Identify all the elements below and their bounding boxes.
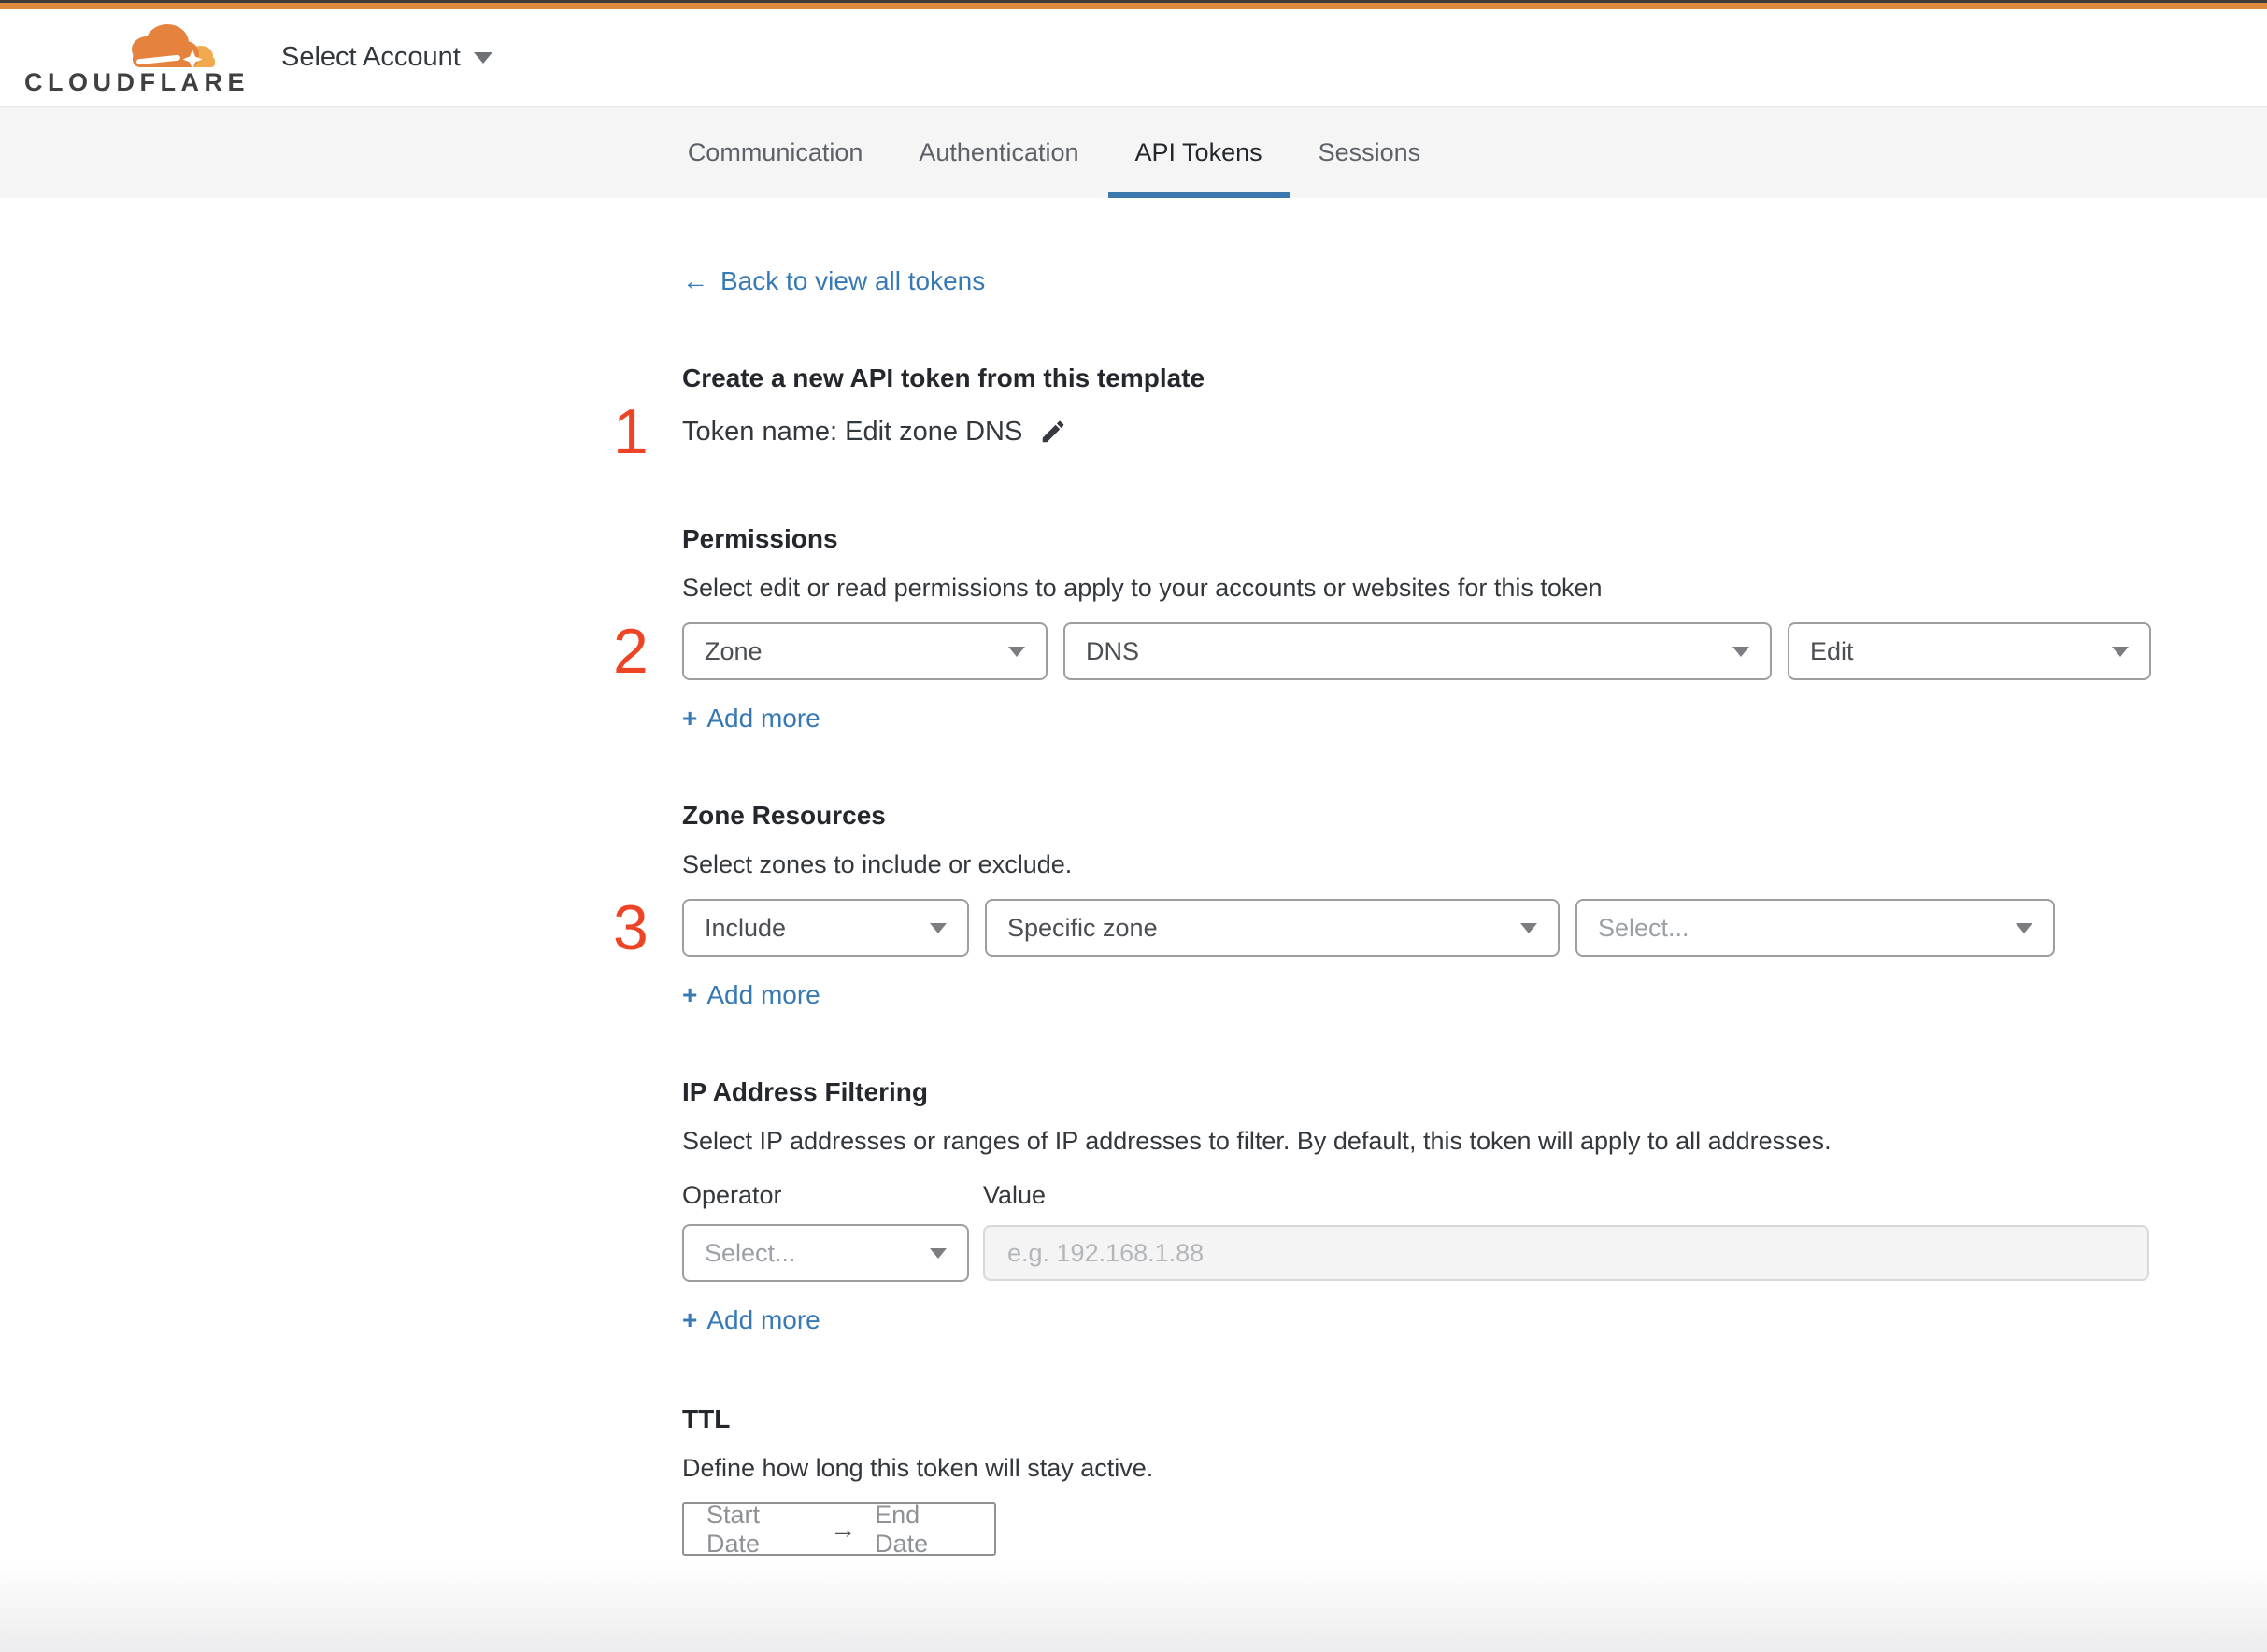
section-ip-filtering: IP Address Filtering Select IP addresses… xyxy=(682,1076,2152,1336)
permission-access-select[interactable]: Edit xyxy=(1788,622,2151,680)
plus-icon: + xyxy=(682,1305,698,1334)
permissions-description: Select edit or read permissions to apply… xyxy=(682,574,1603,602)
ip-operator-select[interactable]: Select... xyxy=(682,1224,969,1282)
ip-filtering-labels: Operator Value xyxy=(682,1179,2152,1211)
tab-authentication[interactable]: Authentication xyxy=(891,107,1105,198)
ip-filtering-description: Select IP addresses or ranges of IP addr… xyxy=(682,1127,1832,1155)
edit-pencil-icon[interactable] xyxy=(1039,418,1067,446)
end-date-placeholder: End Date xyxy=(875,1500,929,1558)
account-selector[interactable]: Select Account xyxy=(281,42,492,73)
zone-resources-row: 3 Include Specific zone Select... xyxy=(613,896,2152,960)
start-date-placeholder: Start Date xyxy=(706,1500,761,1558)
ip-value-input[interactable] xyxy=(983,1225,2149,1281)
section-template: Create a new API token from this templat… xyxy=(613,363,2152,463)
ip-filtering-title: IP Address Filtering xyxy=(682,1077,928,1106)
token-form: ← Back to view all tokens Create a new A… xyxy=(613,198,2152,1652)
permission-scope-value: Zone xyxy=(705,636,763,665)
chevron-down-icon xyxy=(930,922,947,933)
ttl-description: Define how long this token will stay act… xyxy=(682,1454,1154,1482)
account-selector-label: Select Account xyxy=(281,42,461,72)
ttl-date-range-picker[interactable]: Start Date → End Date xyxy=(682,1500,996,1558)
token-name-row: 1 Token name: Edit zone DNS xyxy=(613,400,2152,463)
zone-select[interactable]: Select... xyxy=(1575,899,2055,957)
ip-operator-placeholder: Select... xyxy=(705,1238,796,1267)
step-number-1: 1 xyxy=(613,396,649,467)
back-link-label: Back to view all tokens xyxy=(720,266,986,295)
zone-mode-select[interactable]: Include xyxy=(682,899,969,957)
tab-group: Communication Authentication API Tokens … xyxy=(661,107,1447,198)
app-header: CLOUDFLARE Select Account xyxy=(0,9,2267,106)
section-permissions: Permissions Select edit or read permissi… xyxy=(613,523,2152,734)
add-more-label: Add more xyxy=(706,704,820,733)
ip-filtering-add-more-link[interactable]: + Add more xyxy=(682,1304,820,1336)
zone-type-select[interactable]: Specific zone xyxy=(985,899,1560,957)
token-name-text: Token name: Edit zone DNS xyxy=(682,417,1023,447)
template-title: Create a new API token from this templat… xyxy=(682,363,1205,392)
ttl-title: TTL xyxy=(682,1404,731,1433)
chevron-down-icon xyxy=(930,1247,947,1259)
value-label: Value xyxy=(983,1181,1047,1209)
chevron-down-icon xyxy=(1008,646,1025,657)
back-arrow-icon: ← xyxy=(682,266,708,295)
section-zone-resources: Zone Resources Select zones to include o… xyxy=(613,800,2152,1011)
plus-icon: + xyxy=(682,980,698,1009)
add-more-label: Add more xyxy=(706,980,820,1009)
tab-api-tokens[interactable]: API Tokens xyxy=(1107,107,1290,198)
range-arrow-icon: → xyxy=(830,1514,857,1544)
cloudflare-logo[interactable]: CLOUDFLARE xyxy=(24,17,244,99)
tab-communication[interactable]: Communication xyxy=(661,107,891,198)
step-number-3: 3 xyxy=(613,892,649,963)
cloudflare-cloud-icon xyxy=(132,23,215,69)
zone-type-value: Specific zone xyxy=(1007,913,1158,942)
chevron-down-icon xyxy=(2112,646,2129,657)
permissions-title: Permissions xyxy=(682,524,838,553)
zone-resources-title: Zone Resources xyxy=(682,801,886,830)
permissions-row: 2 Zone DNS Edit xyxy=(613,620,2152,683)
page: CLOUDFLARE Select Account Communication … xyxy=(0,0,2267,1652)
zone-resources-description: Select zones to include or exclude. xyxy=(682,850,1073,878)
add-more-label: Add more xyxy=(706,1305,820,1334)
zone-resources-add-more-link[interactable]: + Add more xyxy=(682,979,820,1011)
chevron-down-icon xyxy=(473,51,492,64)
tab-sessions[interactable]: Sessions xyxy=(1291,107,1448,198)
step-number-2: 2 xyxy=(613,616,649,687)
zone-select-placeholder: Select... xyxy=(1598,913,1690,942)
tab-bar: Communication Authentication API Tokens … xyxy=(0,106,2267,198)
plus-icon: + xyxy=(682,704,698,733)
chevron-down-icon xyxy=(1520,922,1537,933)
permission-scope-select[interactable]: Zone xyxy=(682,622,1048,680)
permissions-add-more-link[interactable]: + Add more xyxy=(682,703,820,734)
permission-access-value: Edit xyxy=(1810,636,1854,665)
top-accent-bar xyxy=(0,0,2267,9)
permission-service-select[interactable]: DNS xyxy=(1063,622,1772,680)
back-to-tokens-link[interactable]: ← Back to view all tokens xyxy=(682,265,985,297)
permission-service-value: DNS xyxy=(1086,636,1140,665)
cloudflare-logo-text: CLOUDFLARE xyxy=(24,67,250,96)
section-ttl: TTL Define how long this token will stay… xyxy=(682,1403,2152,1558)
operator-label: Operator xyxy=(682,1181,782,1209)
zone-mode-value: Include xyxy=(705,913,787,942)
chevron-down-icon xyxy=(2016,922,2032,933)
ip-filtering-row: Select... xyxy=(682,1224,2152,1282)
chevron-down-icon xyxy=(1732,646,1749,657)
